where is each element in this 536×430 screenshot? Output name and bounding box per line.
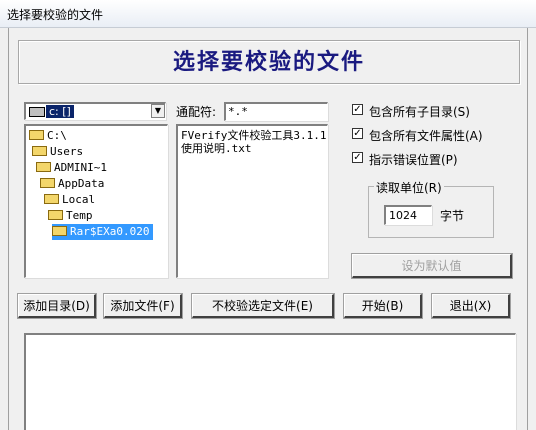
pattern-label: 通配符: <box>176 105 217 119</box>
folder-open-icon <box>52 226 67 236</box>
file-item[interactable]: 使用说明.txt <box>181 142 252 155</box>
drive-select-value: c: [] <box>46 105 74 118</box>
directory-tree[interactable]: C:\ Users ADMINI~1 AppData Local Temp Ra… <box>24 124 168 278</box>
file-item[interactable]: FVerify文件校验工具3.1.1. <box>181 129 327 142</box>
include-subdirs-label: 包含所有子目录(S) <box>369 105 470 119</box>
show-error-pos-label: 指示错误位置(P) <box>369 153 458 167</box>
tree-item-admini[interactable]: ADMINI~1 <box>36 160 107 176</box>
set-default-button[interactable]: 设为默认值 <box>352 254 512 278</box>
banner-title: 选择要校验的文件 <box>172 49 365 75</box>
output-log-area[interactable] <box>24 333 516 430</box>
start-button[interactable]: 开始(B) <box>344 294 422 318</box>
exclude-selected-button[interactable]: 不校验选定文件(E) <box>192 294 334 318</box>
tree-item-root[interactable]: C:\ <box>29 128 67 144</box>
pattern-field-box <box>224 102 328 121</box>
drive-select[interactable]: c: [] ▼ <box>24 102 166 120</box>
pattern-input[interactable] <box>226 104 326 119</box>
chevron-down-icon[interactable]: ▼ <box>151 104 165 118</box>
read-unit-input[interactable] <box>386 207 432 224</box>
folder-open-icon <box>40 178 55 188</box>
folder-open-icon <box>44 194 59 204</box>
tree-item-appdata[interactable]: AppData <box>40 176 104 192</box>
file-list[interactable]: FVerify文件校验工具3.1.1. 使用说明.txt <box>176 124 328 278</box>
exit-button[interactable]: 退出(X) <box>432 294 510 318</box>
window-title: 选择要校验的文件 <box>7 8 104 22</box>
include-attrs-label: 包含所有文件属性(A) <box>369 129 483 143</box>
read-unit-field-box <box>384 205 432 225</box>
include-attrs-checkbox[interactable]: ✓ <box>352 128 363 139</box>
folder-open-icon <box>32 146 47 156</box>
add-file-button[interactable]: 添加文件(F) <box>104 294 182 318</box>
folder-open-icon <box>48 210 63 220</box>
banner: 选择要校验的文件 <box>18 40 520 84</box>
drive-icon <box>29 107 45 117</box>
read-unit-group-title: 读取单位(R) <box>374 179 444 196</box>
tree-item-users[interactable]: Users <box>32 144 83 160</box>
read-unit-suffix: 字节 <box>440 209 465 223</box>
add-directory-button[interactable]: 添加目录(D) <box>18 294 96 318</box>
tree-item-temp[interactable]: Temp <box>48 208 93 224</box>
tree-item-selected[interactable]: Rar$EXa0.020 <box>52 224 154 240</box>
folder-open-icon <box>36 162 51 172</box>
include-subdirs-checkbox[interactable]: ✓ <box>352 104 363 115</box>
window-titlebar: 选择要校验的文件 <box>0 0 536 28</box>
folder-open-icon <box>29 130 44 140</box>
show-error-pos-checkbox[interactable]: ✓ <box>352 152 363 163</box>
tree-item-local[interactable]: Local <box>44 192 95 208</box>
